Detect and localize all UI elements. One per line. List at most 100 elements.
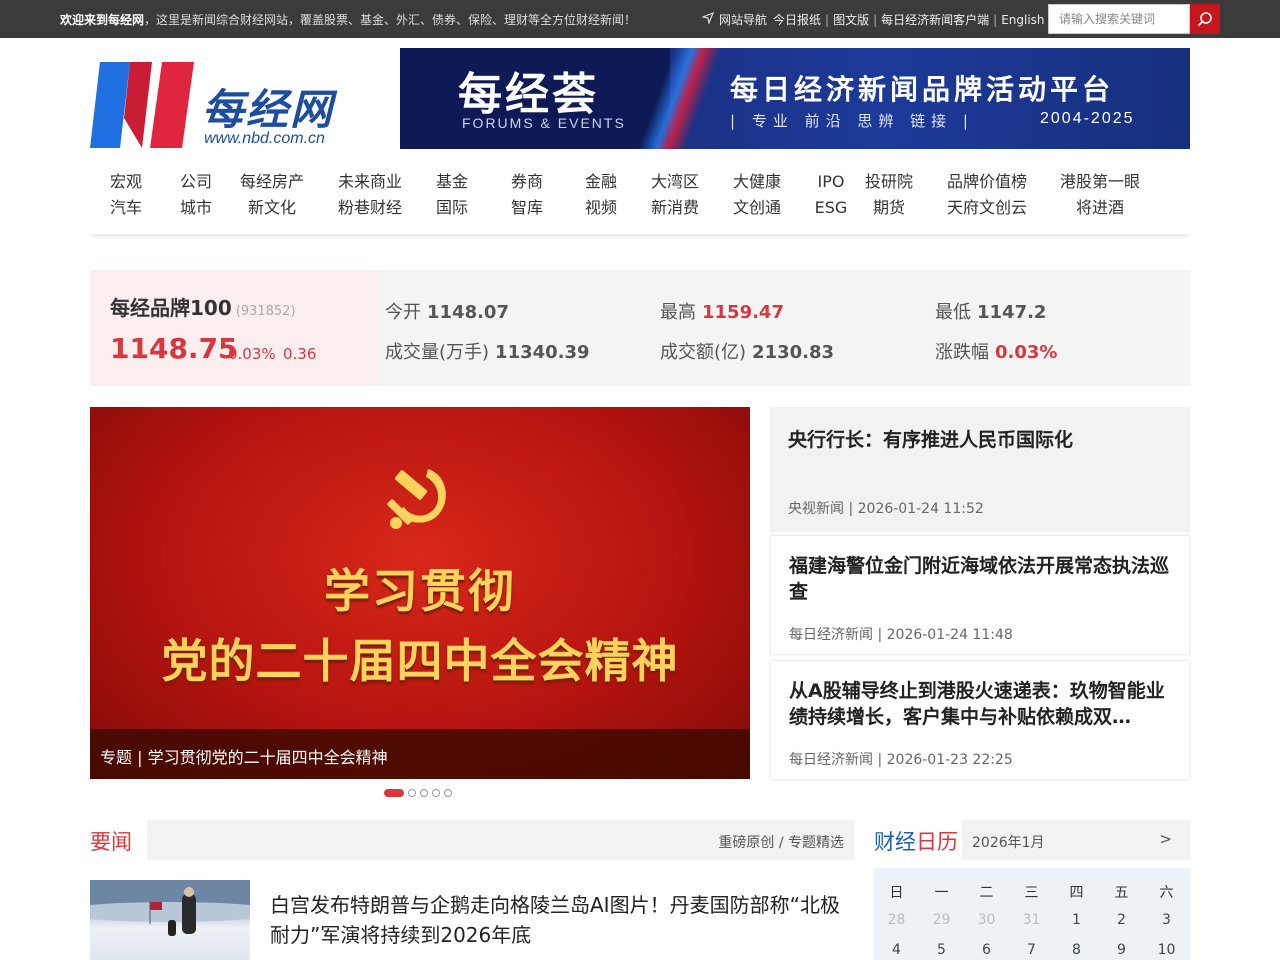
lead-news-headline[interactable]: 白宫发布特朗普与企鹅走向格陵兰岛AI图片！丹麦国防部称“北极耐力”军演将持续到2…: [270, 890, 850, 950]
stat-amount: 成交额(亿) 2130.83: [660, 342, 835, 363]
calendar-day[interactable]: 31: [1009, 912, 1054, 928]
news-title[interactable]: 福建海警位金门附近海域依法开展常态执法巡查: [789, 553, 1175, 605]
link-picture-version[interactable]: 图文版: [833, 11, 869, 28]
news-meta: 央视新闻 | 2026-01-24 11:52: [788, 501, 984, 517]
carousel-dot-3[interactable]: [420, 789, 428, 797]
calendar-day[interactable]: 10: [1144, 942, 1189, 958]
link-english[interactable]: English: [1001, 13, 1044, 27]
calendar-day[interactable]: 29: [919, 912, 964, 928]
news-title[interactable]: 央行行长：有序推进人民币国际化: [788, 427, 1174, 453]
calendar-day[interactable]: 6: [964, 942, 1009, 958]
banner-headline: 每日经济新闻品牌活动平台: [730, 73, 1115, 106]
calendar-day[interactable]: 5: [919, 942, 964, 958]
nav-item[interactable]: ESG: [814, 195, 848, 221]
nav-item[interactable]: 未来商业: [338, 169, 402, 195]
top-bar: 欢迎来到每经网，这里是新闻综合财经网站，覆盖股票、基金、外汇、债券、保险、理财等…: [0, 0, 1280, 38]
nav-item[interactable]: 大健康: [733, 169, 781, 195]
news-card[interactable]: 福建海警位金门附近海域依法开展常态执法巡查 每日经济新闻 | 2026-01-2…: [770, 535, 1190, 655]
nav-item[interactable]: 视频: [585, 195, 617, 221]
slide-caption[interactable]: 专题 | 学习贯彻党的二十届四中全会精神: [90, 729, 750, 779]
link-today-paper[interactable]: 今日报纸: [773, 11, 821, 28]
carousel-dot-1[interactable]: [384, 789, 404, 797]
nav-column: 每经房产 新文化: [240, 169, 304, 221]
calendar-day[interactable]: 7: [1009, 942, 1054, 958]
calendar-day[interactable]: 3: [1144, 912, 1189, 928]
calendar-next-button[interactable]: >: [1159, 830, 1172, 848]
news-card[interactable]: 央行行长：有序推进人民币国际化 央视新闻 | 2026-01-24 11:52: [770, 407, 1190, 532]
calendar-title: 财经日历: [874, 830, 958, 854]
index-name: 每经品牌100 (931852): [110, 296, 296, 320]
search-input[interactable]: [1048, 4, 1190, 34]
news-thumbnail[interactable]: [90, 880, 250, 960]
nav-item[interactable]: 金融: [585, 169, 617, 195]
nav-item[interactable]: IPO: [814, 169, 848, 195]
nav-item[interactable]: 将进酒: [1060, 195, 1140, 221]
nav-item[interactable]: 公司: [180, 169, 212, 195]
welcome-text: 欢迎来到每经网，这里是新闻综合财经网站，覆盖股票、基金、外汇、债券、保险、理财等…: [60, 13, 637, 27]
section-links[interactable]: 重磅原创 / 专题精选: [718, 832, 844, 852]
news-meta: 每日经济新闻 | 2026-01-24 11:48: [789, 627, 1013, 643]
carousel-dot-5[interactable]: [444, 789, 452, 797]
news-meta: 每日经济新闻 | 2026-01-23 22:25: [789, 752, 1013, 768]
calendar-day[interactable]: 1: [1054, 912, 1099, 928]
nav-column: 港股第一眼 将进酒: [1060, 169, 1140, 221]
banner-subtitle: FORUMS & EVENTS: [462, 115, 626, 131]
nav-item[interactable]: 城市: [180, 195, 212, 221]
event-banner[interactable]: 每经荟 FORUMS & EVENTS 每日经济新闻品牌活动平台 | 专业 前沿…: [400, 48, 1190, 149]
calendar-day[interactable]: 30: [964, 912, 1009, 928]
index-price: 1148.75: [110, 332, 238, 365]
nav-item[interactable]: 天府文创云: [947, 195, 1027, 221]
nav-column: 公司 城市: [180, 169, 212, 221]
search-button[interactable]: [1190, 4, 1220, 34]
nav-item[interactable]: 宏观: [110, 169, 142, 195]
brand-index-panel[interactable]: 每经品牌100 (931852) 1148.75 0.03% 0.36 今开 114…: [90, 270, 1190, 386]
news-card[interactable]: 从A股辅导终止到港股火速递表：玖物智能业绩持续增长，客户集中与补贴依赖成双… 每…: [770, 660, 1190, 780]
nav-column: 大健康 文创通: [733, 169, 781, 221]
nav-item[interactable]: 每经房产: [240, 169, 304, 195]
banner-years: 2004-2025: [1040, 110, 1135, 127]
stat-range: 涨跌幅 0.03%: [935, 342, 1058, 363]
slide-title-line2: 党的二十届四中全会精神: [161, 634, 679, 688]
site-logo[interactable]: 每经网 www.nbd.com.cn: [90, 58, 350, 150]
nav-item[interactable]: 券商: [511, 169, 543, 195]
calendar-day[interactable]: 9: [1099, 942, 1144, 958]
nav-item[interactable]: 国际: [436, 195, 468, 221]
nav-item[interactable]: 汽车: [110, 195, 142, 221]
nav-item[interactable]: 粉巷财经: [338, 195, 402, 221]
weekday-label: 一: [934, 885, 949, 901]
link-site-nav[interactable]: 网站导航: [719, 11, 767, 28]
nav-item[interactable]: 品牌价值榜: [947, 169, 1027, 195]
nav-item[interactable]: 大湾区: [651, 169, 699, 195]
calendar-day[interactable]: 2: [1099, 912, 1144, 928]
feature-carousel[interactable]: 学习贯彻 党的二十届四中全会精神 专题 | 学习贯彻党的二十届四中全会精神: [90, 407, 750, 779]
nav-column: IPO ESG: [814, 169, 848, 221]
weekday-label: 日: [889, 885, 904, 901]
nav-item[interactable]: 智库: [511, 195, 543, 221]
nav-item[interactable]: 港股第一眼: [1060, 169, 1140, 195]
stat-volume: 成交量(万手) 11340.39: [385, 342, 590, 363]
calendar-day[interactable]: 4: [874, 942, 919, 958]
nav-item[interactable]: 新文化: [240, 195, 304, 221]
nav-item[interactable]: 文创通: [733, 195, 781, 221]
nav-item[interactable]: 新消费: [651, 195, 699, 221]
nav-column: 券商 智库: [511, 169, 543, 221]
nav-column: 金融 视频: [585, 169, 617, 221]
logo-url: www.nbd.com.cn: [204, 130, 325, 147]
logo-name: 每经网: [202, 85, 335, 134]
link-app-client[interactable]: 每日经济新闻客户端: [881, 11, 989, 28]
news-title[interactable]: 从A股辅导终止到港股火速递表：玖物智能业绩持续增长，客户集中与补贴依赖成双…: [789, 678, 1175, 730]
nav-item[interactable]: 期货: [865, 195, 913, 221]
weekday-label: 二: [979, 885, 994, 901]
nav-column: 投研院 期货: [865, 169, 913, 221]
nav-item[interactable]: 基金: [436, 169, 468, 195]
carousel-dot-2[interactable]: [408, 789, 416, 797]
nav-item[interactable]: 投研院: [865, 169, 913, 195]
calendar-day[interactable]: 28: [874, 912, 919, 928]
top-links: 网站导航 今日报纸 | 图文版 | 每日经济新闻客户端 | English: [700, 11, 1045, 28]
carousel-dot-4[interactable]: [432, 789, 440, 797]
stat-open: 今开 1148.07: [385, 302, 509, 323]
nav-column: 基金 国际: [436, 169, 468, 221]
slide-title-line1: 学习贯彻: [324, 564, 516, 618]
nav-column: 大湾区 新消费: [651, 169, 699, 221]
calendar-day[interactable]: 8: [1054, 942, 1099, 958]
